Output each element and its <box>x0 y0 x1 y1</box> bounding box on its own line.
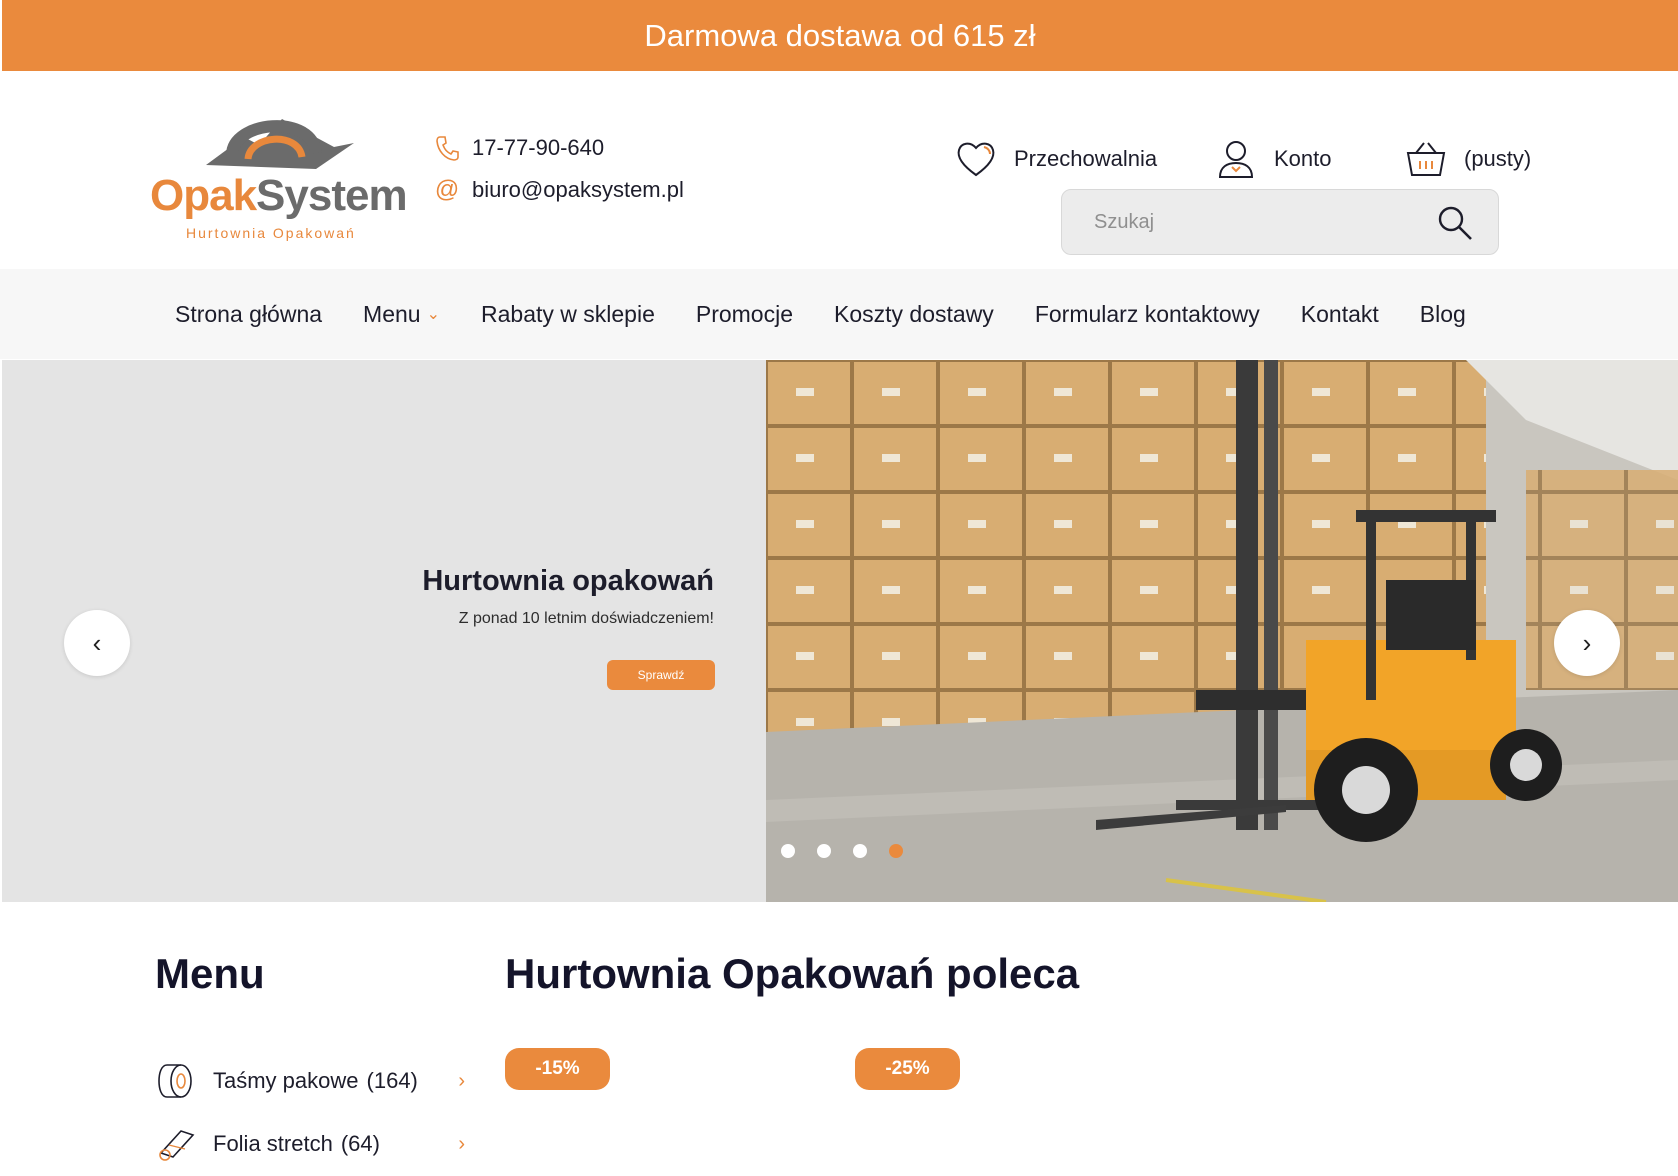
stretch-film-icon <box>159 1130 195 1161</box>
search-icon[interactable] <box>1436 204 1474 242</box>
hero-check-button[interactable]: Sprawdź <box>607 660 715 690</box>
slider-dot-4[interactable] <box>889 844 903 858</box>
heart-icon <box>957 142 995 177</box>
slider-pagination <box>781 844 925 858</box>
phone-icon <box>432 133 462 163</box>
nav-item-contact-form[interactable]: Formularz kontaktowy <box>1035 301 1260 328</box>
category-count: (64) <box>340 1131 380 1156</box>
slider-prev-button[interactable]: ‹ <box>64 610 130 676</box>
user-icon <box>1218 141 1254 178</box>
free-shipping-banner: Darmowa dostawa od 615 zł <box>2 0 1678 71</box>
main-navigation: Strona główna Menu ⌄ Rabaty w sklepie Pro… <box>0 269 1678 359</box>
nav-item-menu[interactable]: Menu ⌄ <box>363 301 440 328</box>
basket-icon <box>1406 142 1446 176</box>
logo-emblem-icon <box>206 119 354 169</box>
nav-item-contact[interactable]: Kontakt <box>1301 301 1379 328</box>
search-bar <box>1061 189 1499 255</box>
account-link[interactable]: Konto <box>1214 137 1332 181</box>
category-item-packing-tape[interactable]: Taśmy pakowe (164) › <box>155 1060 465 1102</box>
logo-tagline: Hurtownia Opakowań <box>186 225 356 241</box>
site-logo[interactable]: OpakSystem Hurtownia Opakowań <box>150 99 410 241</box>
cart-link[interactable]: (pusty) <box>1404 137 1531 181</box>
cart-status: (pusty) <box>1464 146 1532 171</box>
chevron-right-icon: › <box>458 1132 465 1155</box>
hero-title: Hurtownia opakowań <box>422 565 714 597</box>
recommended-title: Hurtownia Opakowań poleca <box>505 950 1080 997</box>
category-label: Folia stretch <box>213 1131 333 1156</box>
chevron-right-icon: › <box>458 1069 465 1092</box>
search-input[interactable] <box>1062 190 1442 254</box>
nav-item-blog[interactable]: Blog <box>1420 301 1466 328</box>
nav-item-promotions[interactable]: Promocje <box>696 301 793 328</box>
storage-link[interactable]: Przechowalnia <box>954 137 1157 181</box>
nav-item-discounts[interactable]: Rabaty w sklepie <box>481 301 655 328</box>
site-header: OpakSystem Hurtownia Opakowań 17-77-90-6… <box>0 71 1678 269</box>
category-item-stretch-film[interactable]: Folia stretch (64) › <box>155 1123 465 1165</box>
sidebar-menu-title: Menu <box>155 950 265 997</box>
nav-item-shipping-costs[interactable]: Koszty dostawy <box>834 301 994 328</box>
slider-dot-3[interactable] <box>853 844 867 858</box>
hero-slider: Hurtownia opakowań Z ponad 10 letnim doś… <box>2 360 1678 902</box>
email-address: biuro@opaksystem.pl <box>472 177 684 202</box>
warehouse-forklift-image <box>766 360 1678 902</box>
chevron-right-icon: › <box>1582 627 1592 658</box>
slider-dot-1[interactable] <box>781 844 795 858</box>
contact-email[interactable]: @ biuro@opaksystem.pl <box>432 175 684 205</box>
nav-item-home[interactable]: Strona główna <box>175 301 322 328</box>
phone-number: 17-77-90-640 <box>472 135 605 160</box>
category-label: Taśmy pakowe <box>213 1068 359 1093</box>
chevron-down-icon: ⌄ <box>426 306 440 323</box>
category-count: (164) <box>366 1068 418 1093</box>
logo-wordmark: OpakSystem <box>150 171 408 220</box>
slider-next-button[interactable]: › <box>1554 610 1620 676</box>
contact-phone[interactable]: 17-77-90-640 <box>432 133 604 163</box>
at-sign-icon: @ <box>434 176 460 203</box>
chevron-left-icon: ‹ <box>92 627 102 658</box>
account-label: Konto <box>1274 146 1332 171</box>
tape-roll-icon <box>158 1064 192 1098</box>
discount-badge: -15% <box>505 1048 610 1090</box>
storage-label: Przechowalnia <box>1014 146 1158 171</box>
discount-badge: -25% <box>855 1048 960 1090</box>
slider-dot-2[interactable] <box>817 844 831 858</box>
